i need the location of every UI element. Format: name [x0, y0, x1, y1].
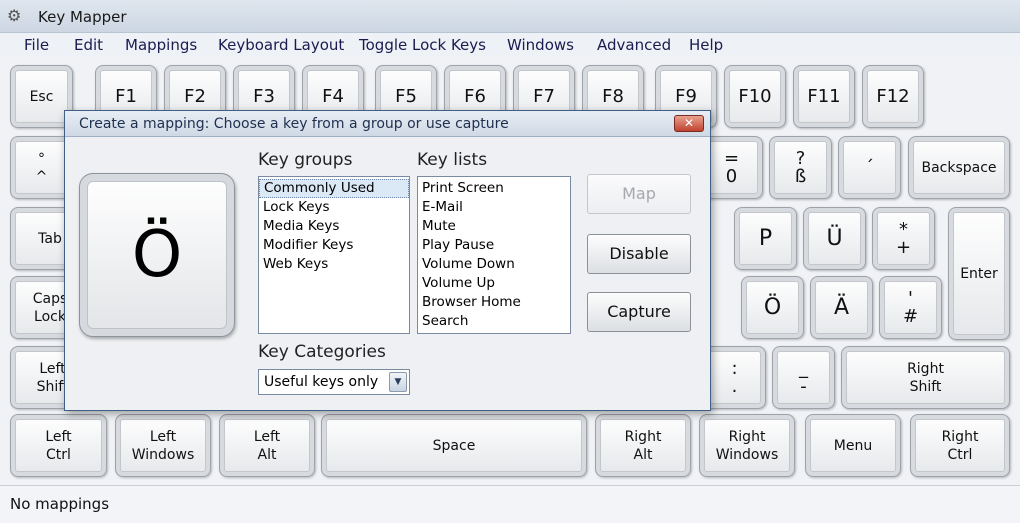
- key-f10[interactable]: F10: [724, 65, 786, 128]
- key-f12[interactable]: F12: [862, 65, 924, 128]
- key-acute-accent[interactable]: ´: [838, 136, 901, 199]
- key-item-email[interactable]: E-Mail: [418, 198, 570, 217]
- status-bar: No mappings: [0, 485, 1020, 523]
- selected-key-label: Ö: [131, 218, 183, 292]
- key-item-volume-up[interactable]: Volume Up: [418, 274, 570, 293]
- title-bar: ⚙ Key Mapper: [0, 0, 1020, 33]
- key-asterisk-plus[interactable]: * +: [872, 207, 935, 270]
- menu-advanced[interactable]: Advanced: [597, 36, 671, 54]
- key-categories-value: Useful keys only: [264, 374, 379, 390]
- window-title: Key Mapper: [38, 8, 127, 26]
- menu-toggle-lock-keys[interactable]: Toggle Lock Keys: [359, 36, 486, 54]
- status-text: No mappings: [10, 495, 110, 513]
- key-u-umlaut[interactable]: Ü: [803, 207, 866, 270]
- key-lists-label: Key lists: [417, 150, 488, 170]
- key-right-ctrl[interactable]: Right Ctrl: [910, 414, 1010, 477]
- group-item-commonly-used[interactable]: Commonly Used: [259, 179, 409, 198]
- group-item-media-keys[interactable]: Media Keys: [259, 217, 409, 236]
- dialog-title: Create a mapping: Choose a key from a gr…: [79, 116, 509, 132]
- key-a-umlaut[interactable]: Ä: [810, 276, 873, 339]
- selected-key-preview: Ö: [79, 173, 235, 337]
- key-item-search[interactable]: Search: [418, 312, 570, 331]
- key-f11[interactable]: F11: [793, 65, 855, 128]
- key-p[interactable]: P: [734, 207, 797, 270]
- key-item-volume-down[interactable]: Volume Down: [418, 255, 570, 274]
- menu-windows[interactable]: Windows: [507, 36, 574, 54]
- key-right-shift[interactable]: Right Shift: [841, 346, 1010, 409]
- key-groups-label: Key groups: [258, 150, 353, 170]
- menu-mappings[interactable]: Mappings: [125, 36, 197, 54]
- close-icon[interactable]: ✕: [674, 115, 704, 132]
- key-space[interactable]: Space: [321, 414, 587, 477]
- key-categories-select[interactable]: Useful keys only ▼: [258, 369, 410, 395]
- key-item-play-pause[interactable]: Play Pause: [418, 236, 570, 255]
- key-right-alt[interactable]: Right Alt: [595, 414, 691, 477]
- key-o-umlaut[interactable]: Ö: [741, 276, 804, 339]
- group-item-lock-keys[interactable]: Lock Keys: [259, 198, 409, 217]
- key-question-eszett[interactable]: ? ß: [769, 136, 832, 199]
- key-menu[interactable]: Menu: [805, 414, 901, 477]
- gear-icon: ⚙: [7, 6, 22, 25]
- key-underscore-minus[interactable]: _ -: [772, 346, 835, 409]
- menu-bar: File Edit Mappings Keyboard Layout Toggl…: [0, 33, 1020, 57]
- key-item-print-screen[interactable]: Print Screen: [418, 179, 570, 198]
- key-list[interactable]: Print Screen E-Mail Mute Play Pause Volu…: [417, 176, 571, 334]
- key-left-alt[interactable]: Left Alt: [219, 414, 315, 477]
- group-item-modifier-keys[interactable]: Modifier Keys: [259, 236, 409, 255]
- map-button[interactable]: Map: [587, 174, 691, 214]
- key-item-browser-home[interactable]: Browser Home: [418, 293, 570, 312]
- key-left-ctrl[interactable]: Left Ctrl: [10, 414, 107, 477]
- menu-file[interactable]: File: [24, 36, 49, 54]
- key-colon-period[interactable]: : .: [703, 346, 766, 409]
- create-mapping-dialog: Create a mapping: Choose a key from a gr…: [64, 110, 711, 411]
- disable-button[interactable]: Disable: [587, 234, 691, 274]
- key-groups-list[interactable]: Commonly Used Lock Keys Media Keys Modif…: [258, 176, 410, 334]
- key-item-mute[interactable]: Mute: [418, 217, 570, 236]
- group-item-web-keys[interactable]: Web Keys: [259, 255, 409, 274]
- capture-button[interactable]: Capture: [587, 292, 691, 332]
- key-categories-label: Key Categories: [258, 342, 386, 362]
- key-right-windows[interactable]: Right Windows: [699, 414, 795, 477]
- key-enter[interactable]: Enter: [948, 207, 1010, 340]
- key-backspace[interactable]: Backspace: [908, 136, 1010, 199]
- key-hash[interactable]: ' #: [879, 276, 942, 339]
- menu-keyboard-layout[interactable]: Keyboard Layout: [218, 36, 344, 54]
- menu-edit[interactable]: Edit: [74, 36, 103, 54]
- dialog-title-bar: Create a mapping: Choose a key from a gr…: [65, 111, 710, 137]
- chevron-down-icon[interactable]: ▼: [389, 372, 407, 392]
- menu-help[interactable]: Help: [689, 36, 723, 54]
- key-left-windows[interactable]: Left Windows: [115, 414, 211, 477]
